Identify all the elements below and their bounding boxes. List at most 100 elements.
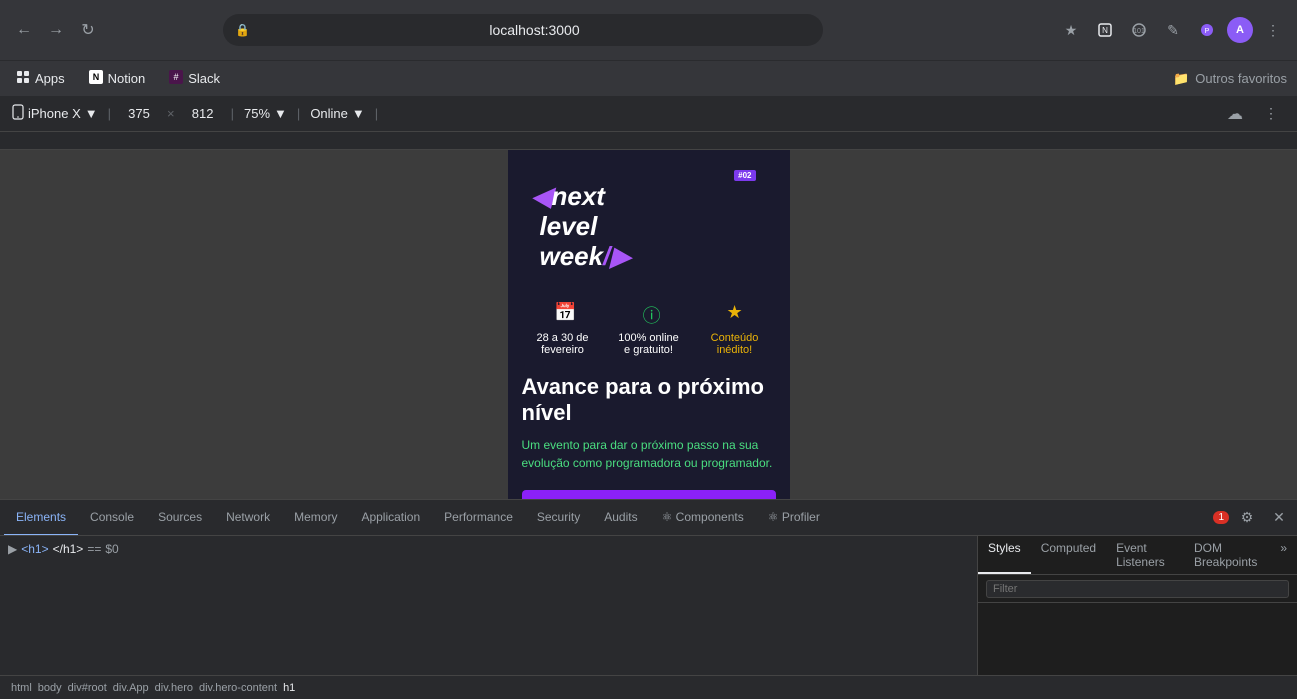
tab-profiler[interactable]: ⚛ Profiler bbox=[756, 500, 832, 536]
tab-console[interactable]: Console bbox=[78, 500, 146, 536]
x-divider: × bbox=[167, 106, 175, 121]
tab-computed[interactable]: Computed bbox=[1031, 536, 1106, 574]
error-badge: 1 bbox=[1213, 511, 1229, 524]
path-body[interactable]: body bbox=[35, 682, 65, 694]
tab-application[interactable]: Application bbox=[349, 500, 432, 536]
tab-sources[interactable]: Sources bbox=[146, 500, 214, 536]
bookmark-notion[interactable]: N Notion bbox=[83, 67, 152, 90]
tab-more-styles[interactable]: » bbox=[1270, 536, 1297, 574]
ruler bbox=[0, 132, 1297, 150]
devtools-tabs-bar: Elements Console Sources Network Memory … bbox=[0, 500, 1297, 536]
logo-badge: #02 bbox=[734, 170, 755, 181]
tab-event-listeners[interactable]: Event Listeners bbox=[1106, 536, 1184, 574]
feature2-text: 100% onlinee gratuito! bbox=[608, 332, 690, 356]
devtools-close-icon[interactable]: ✕ bbox=[1265, 504, 1293, 532]
apps-label: Apps bbox=[35, 71, 65, 86]
feature1-text: 28 a 30 defevereiro bbox=[522, 332, 604, 356]
network-chevron-icon: ▼ bbox=[352, 106, 365, 121]
path-div-hero-content[interactable]: div.hero-content bbox=[196, 682, 280, 694]
height-input[interactable] bbox=[185, 106, 221, 121]
tab-audits[interactable]: Audits bbox=[592, 500, 649, 536]
url-text: localhost:3000 bbox=[258, 22, 811, 38]
tab-elements[interactable]: Elements bbox=[4, 500, 78, 536]
tab-dom-breakpoints[interactable]: DOM Breakpoints bbox=[1184, 536, 1270, 574]
path-html[interactable]: html bbox=[8, 682, 35, 694]
divider2: | bbox=[231, 106, 234, 121]
path-div-root[interactable]: div#root bbox=[65, 682, 110, 694]
forward-button[interactable]: → bbox=[42, 16, 70, 44]
tab-security[interactable]: Security bbox=[525, 500, 592, 536]
device-selector[interactable]: iPhone X ▼ bbox=[12, 104, 98, 123]
logo-line3: week bbox=[532, 241, 604, 271]
reload-button[interactable]: ↻ bbox=[74, 16, 102, 44]
more-options-icon[interactable]: ⋮ bbox=[1257, 100, 1285, 128]
breadcrumb-path: html body div#root div.App div.hero div.… bbox=[0, 675, 1297, 699]
info-icon: ⓘ bbox=[643, 302, 661, 328]
dom-expand-icon[interactable]: ▶ bbox=[8, 542, 17, 556]
styles-filter-area bbox=[978, 575, 1297, 603]
logo-line1: next bbox=[552, 181, 605, 211]
devtools-toggle-icon[interactable]: ✎ bbox=[1159, 16, 1187, 44]
zoom-level: 75% bbox=[244, 106, 270, 121]
right-arrow-icon: ▶ bbox=[610, 241, 630, 271]
svg-text:N: N bbox=[92, 72, 99, 82]
slack-label: Slack bbox=[188, 71, 220, 86]
path-div-hero[interactable]: div.hero bbox=[152, 682, 196, 694]
svg-text:P: P bbox=[1205, 28, 1210, 35]
path-div-app[interactable]: div.App bbox=[110, 682, 152, 694]
phone-preview: #02 ◀next level week/▶ 📅 ⓘ ★ 28 a 30 def… bbox=[508, 150, 790, 499]
hero-subtitle: Um evento para dar o próximo passo na su… bbox=[522, 436, 776, 472]
device-icon bbox=[12, 104, 24, 123]
rotate-icon[interactable]: ☁ bbox=[1221, 100, 1249, 128]
width-input[interactable] bbox=[121, 106, 157, 121]
avatar[interactable]: A bbox=[1227, 17, 1253, 43]
folder-icon: 📁 bbox=[1173, 71, 1189, 87]
tab-components[interactable]: ⚛ Components bbox=[650, 500, 756, 536]
styles-filter-input[interactable] bbox=[986, 580, 1289, 598]
logo-line2: level bbox=[532, 211, 598, 241]
svg-text:#: # bbox=[174, 72, 179, 82]
tab-performance[interactable]: Performance bbox=[432, 500, 525, 536]
device-bar: iPhone X ▼ | × | 75% ▼ | Online ▼ | ☁ ⋮ bbox=[0, 96, 1297, 132]
device-chevron-icon: ▼ bbox=[85, 106, 98, 121]
dom-h1-open: <h1> bbox=[21, 542, 48, 556]
menu-icon[interactable]: ⋮ bbox=[1259, 16, 1287, 44]
dom-equals: == bbox=[87, 542, 101, 556]
styles-panel: Styles Computed Event Listeners DOM Brea… bbox=[977, 536, 1297, 675]
device-bar-actions: ☁ ⋮ bbox=[1221, 100, 1285, 128]
extension2-icon[interactable]: 101 bbox=[1125, 16, 1153, 44]
network-selector[interactable]: Online ▼ bbox=[310, 106, 364, 121]
divider1: | bbox=[108, 106, 111, 121]
lock-icon: 🔒 bbox=[235, 23, 250, 37]
devtools-settings-icon[interactable]: ⚙ bbox=[1233, 504, 1261, 532]
dom-tree: ▶ <h1> </h1> == $0 bbox=[0, 536, 977, 675]
dom-dollar0: $0 bbox=[105, 542, 118, 556]
browser-top-bar: ← → ↻ 🔒 localhost:3000 ★ N 101 ✎ P A ⋮ bbox=[0, 0, 1297, 60]
calendar-icon: 📅 bbox=[554, 302, 576, 328]
apps-icon bbox=[16, 70, 30, 87]
notion-icon: N bbox=[89, 70, 103, 87]
address-bar[interactable]: 🔒 localhost:3000 bbox=[223, 14, 823, 46]
outros-favoritos-label: Outros favoritos bbox=[1195, 71, 1287, 86]
bookmark-icon[interactable]: ★ bbox=[1057, 16, 1085, 44]
extension3-icon[interactable]: P bbox=[1193, 16, 1221, 44]
bookmark-slack[interactable]: # Slack bbox=[163, 67, 226, 90]
bookmark-apps[interactable]: Apps bbox=[10, 67, 71, 90]
tab-network[interactable]: Network bbox=[214, 500, 282, 536]
zoom-selector[interactable]: 75% ▼ bbox=[244, 106, 287, 121]
feature3-text: Conteúdoinédito! bbox=[694, 332, 776, 356]
hero-title: Avance para o próximo nível bbox=[522, 374, 776, 427]
back-button[interactable]: ← bbox=[10, 16, 38, 44]
notion-label: Notion bbox=[108, 71, 146, 86]
styles-tabs: Styles Computed Event Listeners DOM Brea… bbox=[978, 536, 1297, 575]
svg-text:101: 101 bbox=[1133, 28, 1145, 35]
path-h1[interactable]: h1 bbox=[280, 682, 298, 694]
left-arrow-icon: ◀ bbox=[532, 181, 552, 211]
cta-button[interactable]: QUERO PARTICIPAR bbox=[522, 490, 776, 499]
tab-memory[interactable]: Memory bbox=[282, 500, 349, 536]
tab-styles[interactable]: Styles bbox=[978, 536, 1031, 574]
extension1-icon[interactable]: N bbox=[1091, 16, 1119, 44]
divider4: | bbox=[375, 106, 378, 121]
network-status: Online bbox=[310, 106, 348, 121]
dom-h1-close: </h1> bbox=[53, 542, 84, 556]
